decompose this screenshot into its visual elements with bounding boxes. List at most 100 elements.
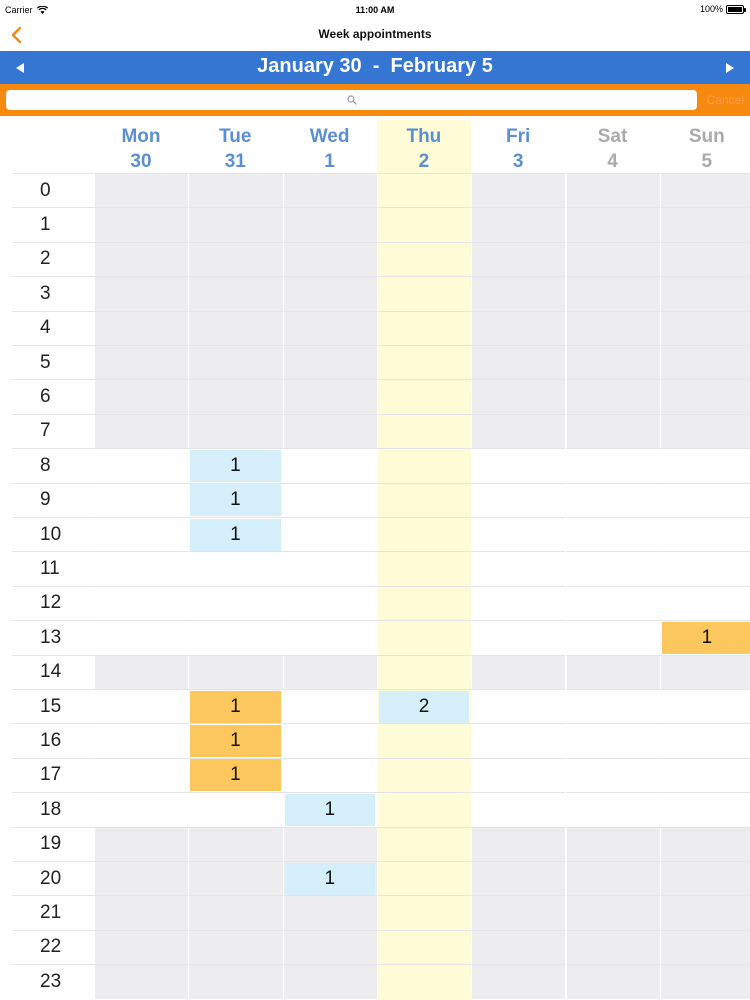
time-slot-cell[interactable] [565, 517, 660, 552]
time-slot-cell[interactable] [659, 207, 750, 242]
time-slot-cell[interactable] [659, 276, 750, 311]
time-slot-cell[interactable] [471, 413, 566, 449]
time-slot-cell[interactable] [376, 517, 472, 552]
time-slot-cell[interactable] [94, 723, 189, 758]
day-header-wed[interactable]: Wed 1 [283, 124, 377, 174]
time-slot-cell[interactable] [565, 723, 660, 758]
time-slot-cell[interactable] [376, 241, 472, 277]
time-slot-cell[interactable] [565, 654, 660, 689]
time-slot-cell[interactable] [471, 929, 566, 965]
time-slot-cell[interactable] [471, 757, 566, 793]
time-slot-cell[interactable] [376, 792, 472, 827]
appointment-count-block[interactable]: 1 [190, 724, 281, 757]
time-slot-cell[interactable] [471, 723, 566, 758]
time-slot-cell[interactable] [471, 345, 566, 380]
time-slot-cell[interactable] [659, 585, 750, 621]
appointment-count-block[interactable]: 1 [190, 518, 281, 551]
time-slot-cell[interactable] [565, 895, 660, 930]
time-slot-cell[interactable] [376, 826, 472, 861]
time-slot-cell[interactable] [94, 482, 189, 517]
time-slot-cell[interactable] [659, 413, 750, 449]
time-slot-cell[interactable] [94, 310, 189, 345]
time-slot-cell[interactable] [94, 413, 189, 449]
time-slot-cell[interactable] [94, 964, 189, 999]
day-header-fri[interactable]: Fri 3 [471, 124, 565, 174]
time-slot-cell[interactable] [188, 379, 283, 414]
time-slot-cell[interactable] [565, 276, 660, 311]
time-slot-cell[interactable] [471, 551, 566, 586]
time-slot-cell[interactable] [471, 276, 566, 311]
time-slot-cell[interactable] [565, 310, 660, 345]
time-slot-cell[interactable] [471, 826, 566, 861]
time-slot-cell[interactable] [282, 895, 377, 930]
time-slot-cell[interactable] [471, 689, 566, 724]
time-slot-cell[interactable] [376, 585, 472, 621]
time-slot-cell[interactable] [376, 173, 472, 208]
time-slot-cell[interactable] [471, 895, 566, 930]
time-slot-cell[interactable] [471, 620, 566, 655]
time-slot-cell[interactable] [282, 689, 377, 724]
time-slot-cell[interactable] [376, 310, 472, 345]
time-slot-cell[interactable] [94, 654, 189, 689]
next-week-button[interactable] [712, 51, 748, 84]
time-slot-cell[interactable] [376, 413, 472, 449]
day-header-tue[interactable]: Tue 31 [188, 124, 282, 174]
appointment-count-block[interactable]: 1 [190, 449, 281, 482]
time-slot-cell[interactable] [565, 964, 660, 999]
time-slot-cell[interactable] [282, 276, 377, 311]
time-slot-cell[interactable] [659, 929, 750, 965]
time-slot-cell[interactable] [94, 551, 189, 586]
day-header-mon[interactable]: Mon 30 [94, 124, 188, 174]
time-slot-cell[interactable] [565, 861, 660, 896]
time-slot-cell[interactable] [565, 792, 660, 827]
time-slot-cell[interactable] [282, 929, 377, 965]
time-slot-cell[interactable] [94, 826, 189, 861]
time-slot-cell[interactable] [659, 723, 750, 758]
time-slot-cell[interactable] [471, 379, 566, 414]
time-slot-cell[interactable] [282, 585, 377, 621]
time-slot-cell[interactable] [565, 482, 660, 517]
time-slot-cell[interactable] [94, 276, 189, 311]
time-slot-cell[interactable] [188, 929, 283, 965]
time-slot-cell[interactable] [659, 964, 750, 999]
time-slot-cell[interactable] [94, 929, 189, 965]
time-slot-cell[interactable] [94, 757, 189, 793]
time-slot-cell[interactable] [565, 689, 660, 724]
time-slot-cell[interactable] [565, 585, 660, 621]
time-slot-cell[interactable] [471, 861, 566, 896]
time-slot-cell[interactable] [659, 895, 750, 930]
time-slot-cell[interactable] [282, 173, 377, 208]
time-slot-cell[interactable] [471, 654, 566, 689]
time-slot-cell[interactable] [376, 895, 472, 930]
time-slot-cell[interactable] [659, 482, 750, 517]
time-slot-cell[interactable] [565, 929, 660, 965]
time-slot-cell[interactable] [94, 448, 189, 483]
time-slot-cell[interactable] [565, 448, 660, 483]
time-slot-cell[interactable] [659, 241, 750, 277]
previous-week-button[interactable] [2, 51, 38, 84]
time-slot-cell[interactable] [565, 207, 660, 242]
time-slot-cell[interactable] [376, 482, 472, 517]
time-slot-cell[interactable] [471, 241, 566, 277]
time-slot-cell[interactable] [659, 689, 750, 724]
time-slot-cell[interactable] [376, 757, 472, 793]
time-slot-cell[interactable] [188, 895, 283, 930]
appointment-count-block[interactable]: 1 [284, 862, 375, 895]
time-slot-cell[interactable] [376, 207, 472, 242]
time-slot-cell[interactable] [282, 620, 377, 655]
time-slot-cell[interactable] [94, 689, 189, 724]
appointment-count-block[interactable]: 2 [378, 690, 470, 723]
time-slot-cell[interactable] [282, 723, 377, 758]
time-slot-cell[interactable] [565, 173, 660, 208]
time-slot-cell[interactable] [471, 310, 566, 345]
time-slot-cell[interactable] [94, 620, 189, 655]
time-slot-cell[interactable] [471, 173, 566, 208]
time-slot-cell[interactable] [376, 379, 472, 414]
time-slot-cell[interactable] [659, 792, 750, 827]
time-slot-cell[interactable] [659, 517, 750, 552]
time-slot-cell[interactable] [471, 448, 566, 483]
time-slot-cell[interactable] [282, 379, 377, 414]
time-slot-cell[interactable] [565, 620, 660, 655]
time-slot-cell[interactable] [188, 585, 283, 621]
time-slot-cell[interactable] [188, 276, 283, 311]
